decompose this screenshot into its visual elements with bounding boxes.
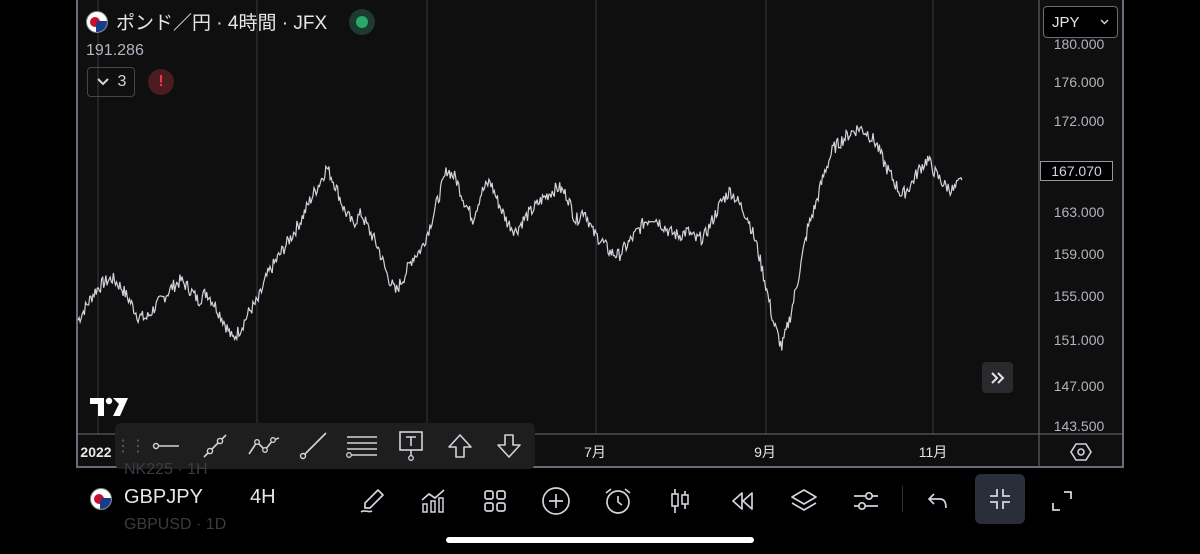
settings-sliders-icon[interactable]: [846, 481, 886, 521]
ghost-symbol-below: GBPUSD · 1D: [124, 516, 227, 533]
price-series-line: [77, 125, 963, 351]
expand-icon[interactable]: [1042, 481, 1082, 521]
symbol-selector[interactable]: GBPJPY: [124, 486, 203, 509]
gbpjpy-flag-icon: [86, 10, 108, 33]
symbol-flag-icon: [90, 488, 112, 510]
layouts-icon[interactable]: [475, 481, 515, 521]
chart-settings-button[interactable]: [1070, 441, 1092, 463]
tradingview-logo: [90, 396, 130, 418]
time-tick-label: 7月: [584, 444, 606, 460]
collapse-icon[interactable]: [975, 474, 1025, 524]
double-chevron-right-icon: [990, 371, 1004, 384]
warning-icon[interactable]: !: [148, 69, 174, 95]
home-indicator: [446, 537, 754, 543]
price-tick-label: 180.000: [1054, 36, 1105, 52]
brush-icon[interactable]: [352, 481, 392, 521]
text-tool-icon[interactable]: [386, 423, 435, 469]
candles-icon[interactable]: [660, 481, 700, 521]
indicators-icon[interactable]: [413, 481, 453, 521]
current-price: 191.286: [86, 42, 144, 59]
symbol-header[interactable]: ポンド／円 · 4時間 · JFX: [86, 8, 376, 35]
drag-handle-icon[interactable]: ⋮⋮: [115, 436, 146, 456]
time-tick-label: 2022: [80, 444, 111, 460]
ghost-symbol-above: NK225 · 1H: [124, 461, 208, 478]
timeframe-selector[interactable]: 4H: [250, 486, 276, 509]
chevron-down-icon: [96, 78, 109, 86]
arrow-up-icon[interactable]: [435, 423, 484, 469]
currency-select[interactable]: JPY: [1043, 6, 1118, 38]
currency-label: JPY: [1052, 13, 1080, 31]
arrow-down-icon[interactable]: [484, 423, 533, 469]
undo-icon[interactable]: [918, 481, 958, 521]
path-icon[interactable]: [239, 423, 288, 469]
parallel-lines-icon[interactable]: [337, 423, 386, 469]
layers-icon[interactable]: [784, 481, 824, 521]
price-tick-label: 143.500: [1054, 418, 1105, 434]
tradingview-logo-icon: [90, 397, 128, 416]
chevron-down-icon: [1100, 19, 1109, 25]
market-open-icon: [349, 8, 376, 35]
alarm-icon[interactable]: [598, 481, 638, 521]
price-chart[interactable]: 180.000 176.000 172.000 163.000 159.000 155.0…: [76, 0, 1124, 468]
price-tick-label: 163.000: [1054, 204, 1105, 220]
price-tick-label: 151.000: [1054, 332, 1105, 348]
hexagon-settings-icon: [1070, 443, 1092, 461]
price-tick-label: 172.000: [1054, 113, 1105, 129]
price-tick-label: 176.000: [1054, 74, 1105, 90]
replay-icon[interactable]: [722, 481, 762, 521]
symbol-title: ポンド／円 · 4時間 · JFX: [116, 13, 328, 34]
ray-icon[interactable]: [288, 423, 337, 469]
add-icon[interactable]: [536, 481, 576, 521]
price-tick-label: 155.000: [1054, 288, 1105, 304]
time-tick-label: 9月: [754, 444, 776, 460]
price-tick-label: 147.000: [1054, 378, 1105, 394]
toolbar-divider: [902, 486, 903, 512]
scroll-to-realtime-button[interactable]: [982, 362, 1013, 393]
indicator-count: 3: [117, 73, 127, 90]
bottom-toolbar: NK225 · 1H GBPUSD · 1D GBPJPY 4H: [76, 461, 1124, 533]
price-tick-label: 159.000: [1054, 246, 1105, 262]
last-price-label: 167.070: [1040, 161, 1113, 181]
time-tick-label: 11月: [919, 444, 948, 460]
indicators-toggle-button[interactable]: 3: [87, 67, 135, 97]
